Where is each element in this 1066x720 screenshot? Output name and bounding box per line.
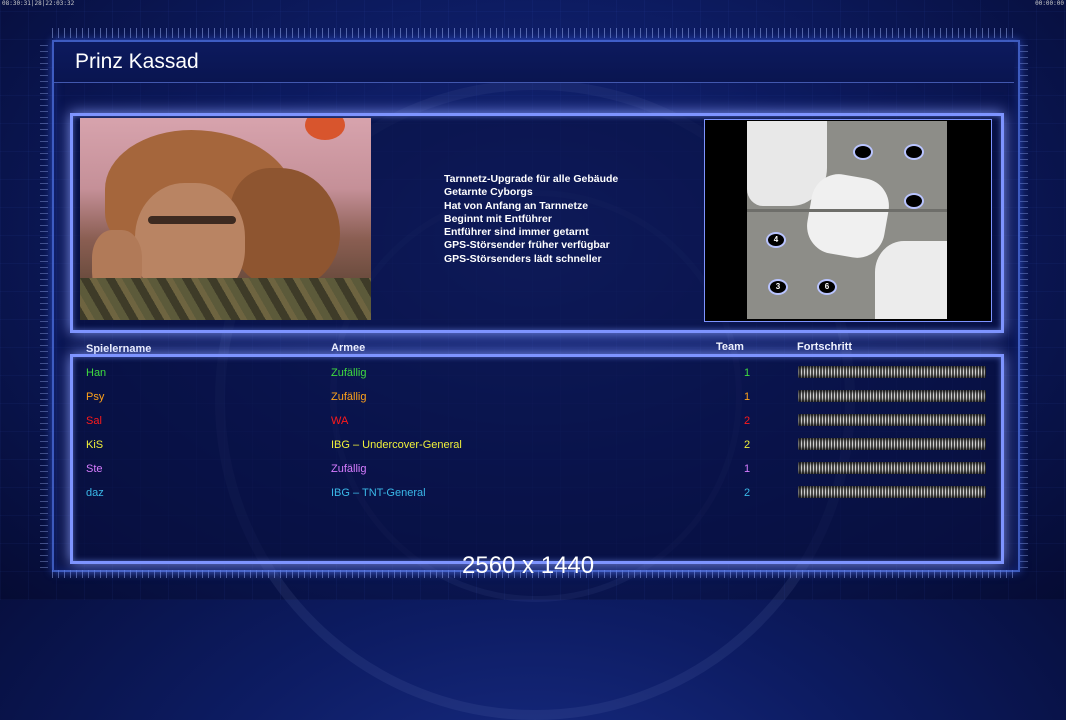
map-snow-area (875, 241, 947, 319)
map-road (747, 209, 947, 212)
player-row: KiS IBG – Undercover-General 2 (70, 433, 998, 457)
start-position-marker: 3 (768, 279, 788, 295)
player-team: 2 (744, 439, 751, 451)
header-team: Team (716, 341, 744, 353)
general-name: Prinz Kassad (75, 50, 199, 73)
player-name: daz (86, 487, 104, 499)
ability-item: Tarnnetz-Upgrade für alle Gebäude (444, 173, 619, 185)
ability-item: Entführer sind immer getarnt (444, 226, 589, 239)
clock-left: 08:30:31|28|22:03:32 (2, 0, 75, 7)
player-army: Zufällig (331, 463, 367, 475)
sun-shape (305, 118, 345, 140)
player-team: 1 (744, 367, 751, 379)
clock-right: 00:00:00 (1035, 0, 1064, 7)
player-team: 1 (744, 463, 751, 475)
ability-item: GPS-Störsender früher verfügbar (444, 239, 610, 252)
player-row: Han Zufällig 1 (70, 361, 998, 385)
player-army: IBG – Undercover-General (331, 439, 462, 451)
loading-progress-bar (798, 438, 986, 450)
player-team: 2 (744, 487, 751, 499)
player-army: Zufällig (331, 367, 367, 379)
player-name: Han (86, 367, 107, 379)
player-name: Sal (86, 415, 102, 427)
start-position-marker (904, 193, 924, 209)
ability-item: Beginnt mit Entführer (444, 212, 552, 225)
ruler-left (40, 40, 48, 568)
player-name: Psy (86, 391, 105, 403)
start-position-marker: 6 (817, 279, 837, 295)
loading-progress-bar (798, 366, 986, 378)
ability-item: Hat von Anfang an Tarnnetze (444, 199, 589, 212)
ability-item: Getarnte Cyborgs (444, 186, 533, 199)
eyes-shape (148, 216, 236, 224)
player-row: Sal WA 2 (70, 409, 998, 433)
header-progress: Fortschritt (797, 341, 852, 353)
scarf-shape (230, 168, 340, 288)
player-row: Ste Zufällig 1 (70, 457, 998, 481)
ability-item: GPS-Störsenders lädt schneller (444, 252, 602, 265)
loading-progress-bar (798, 414, 986, 426)
ruler-right (1020, 40, 1028, 568)
start-position-marker (904, 144, 924, 160)
resolution-label: 2560 x 1440 (462, 552, 595, 579)
loading-progress-bar (798, 462, 986, 474)
player-name: Ste (86, 463, 103, 475)
player-army: Zufällig (331, 391, 367, 403)
player-team: 1 (744, 391, 751, 403)
player-army: WA (331, 415, 349, 427)
start-position-marker: 4 (766, 232, 786, 248)
start-position-marker (853, 144, 873, 160)
general-portrait (80, 118, 371, 320)
player-row: Psy Zufällig 1 (70, 385, 998, 409)
player-army: IBG – TNT-General (331, 487, 426, 499)
header-army: Armee (331, 342, 366, 354)
ability-list: Tarnnetz-Upgrade für alle Gebäude Getarn… (444, 173, 618, 266)
loading-progress-bar (798, 390, 986, 402)
loading-progress-bar (798, 486, 986, 498)
player-team: 2 (744, 415, 751, 427)
map-preview: 4 3 6 (747, 121, 947, 319)
camouflage-shape (80, 278, 371, 320)
ruler-top (52, 28, 1016, 38)
player-row: daz IBG – TNT-General 2 (70, 481, 998, 505)
player-name: KiS (86, 439, 104, 451)
